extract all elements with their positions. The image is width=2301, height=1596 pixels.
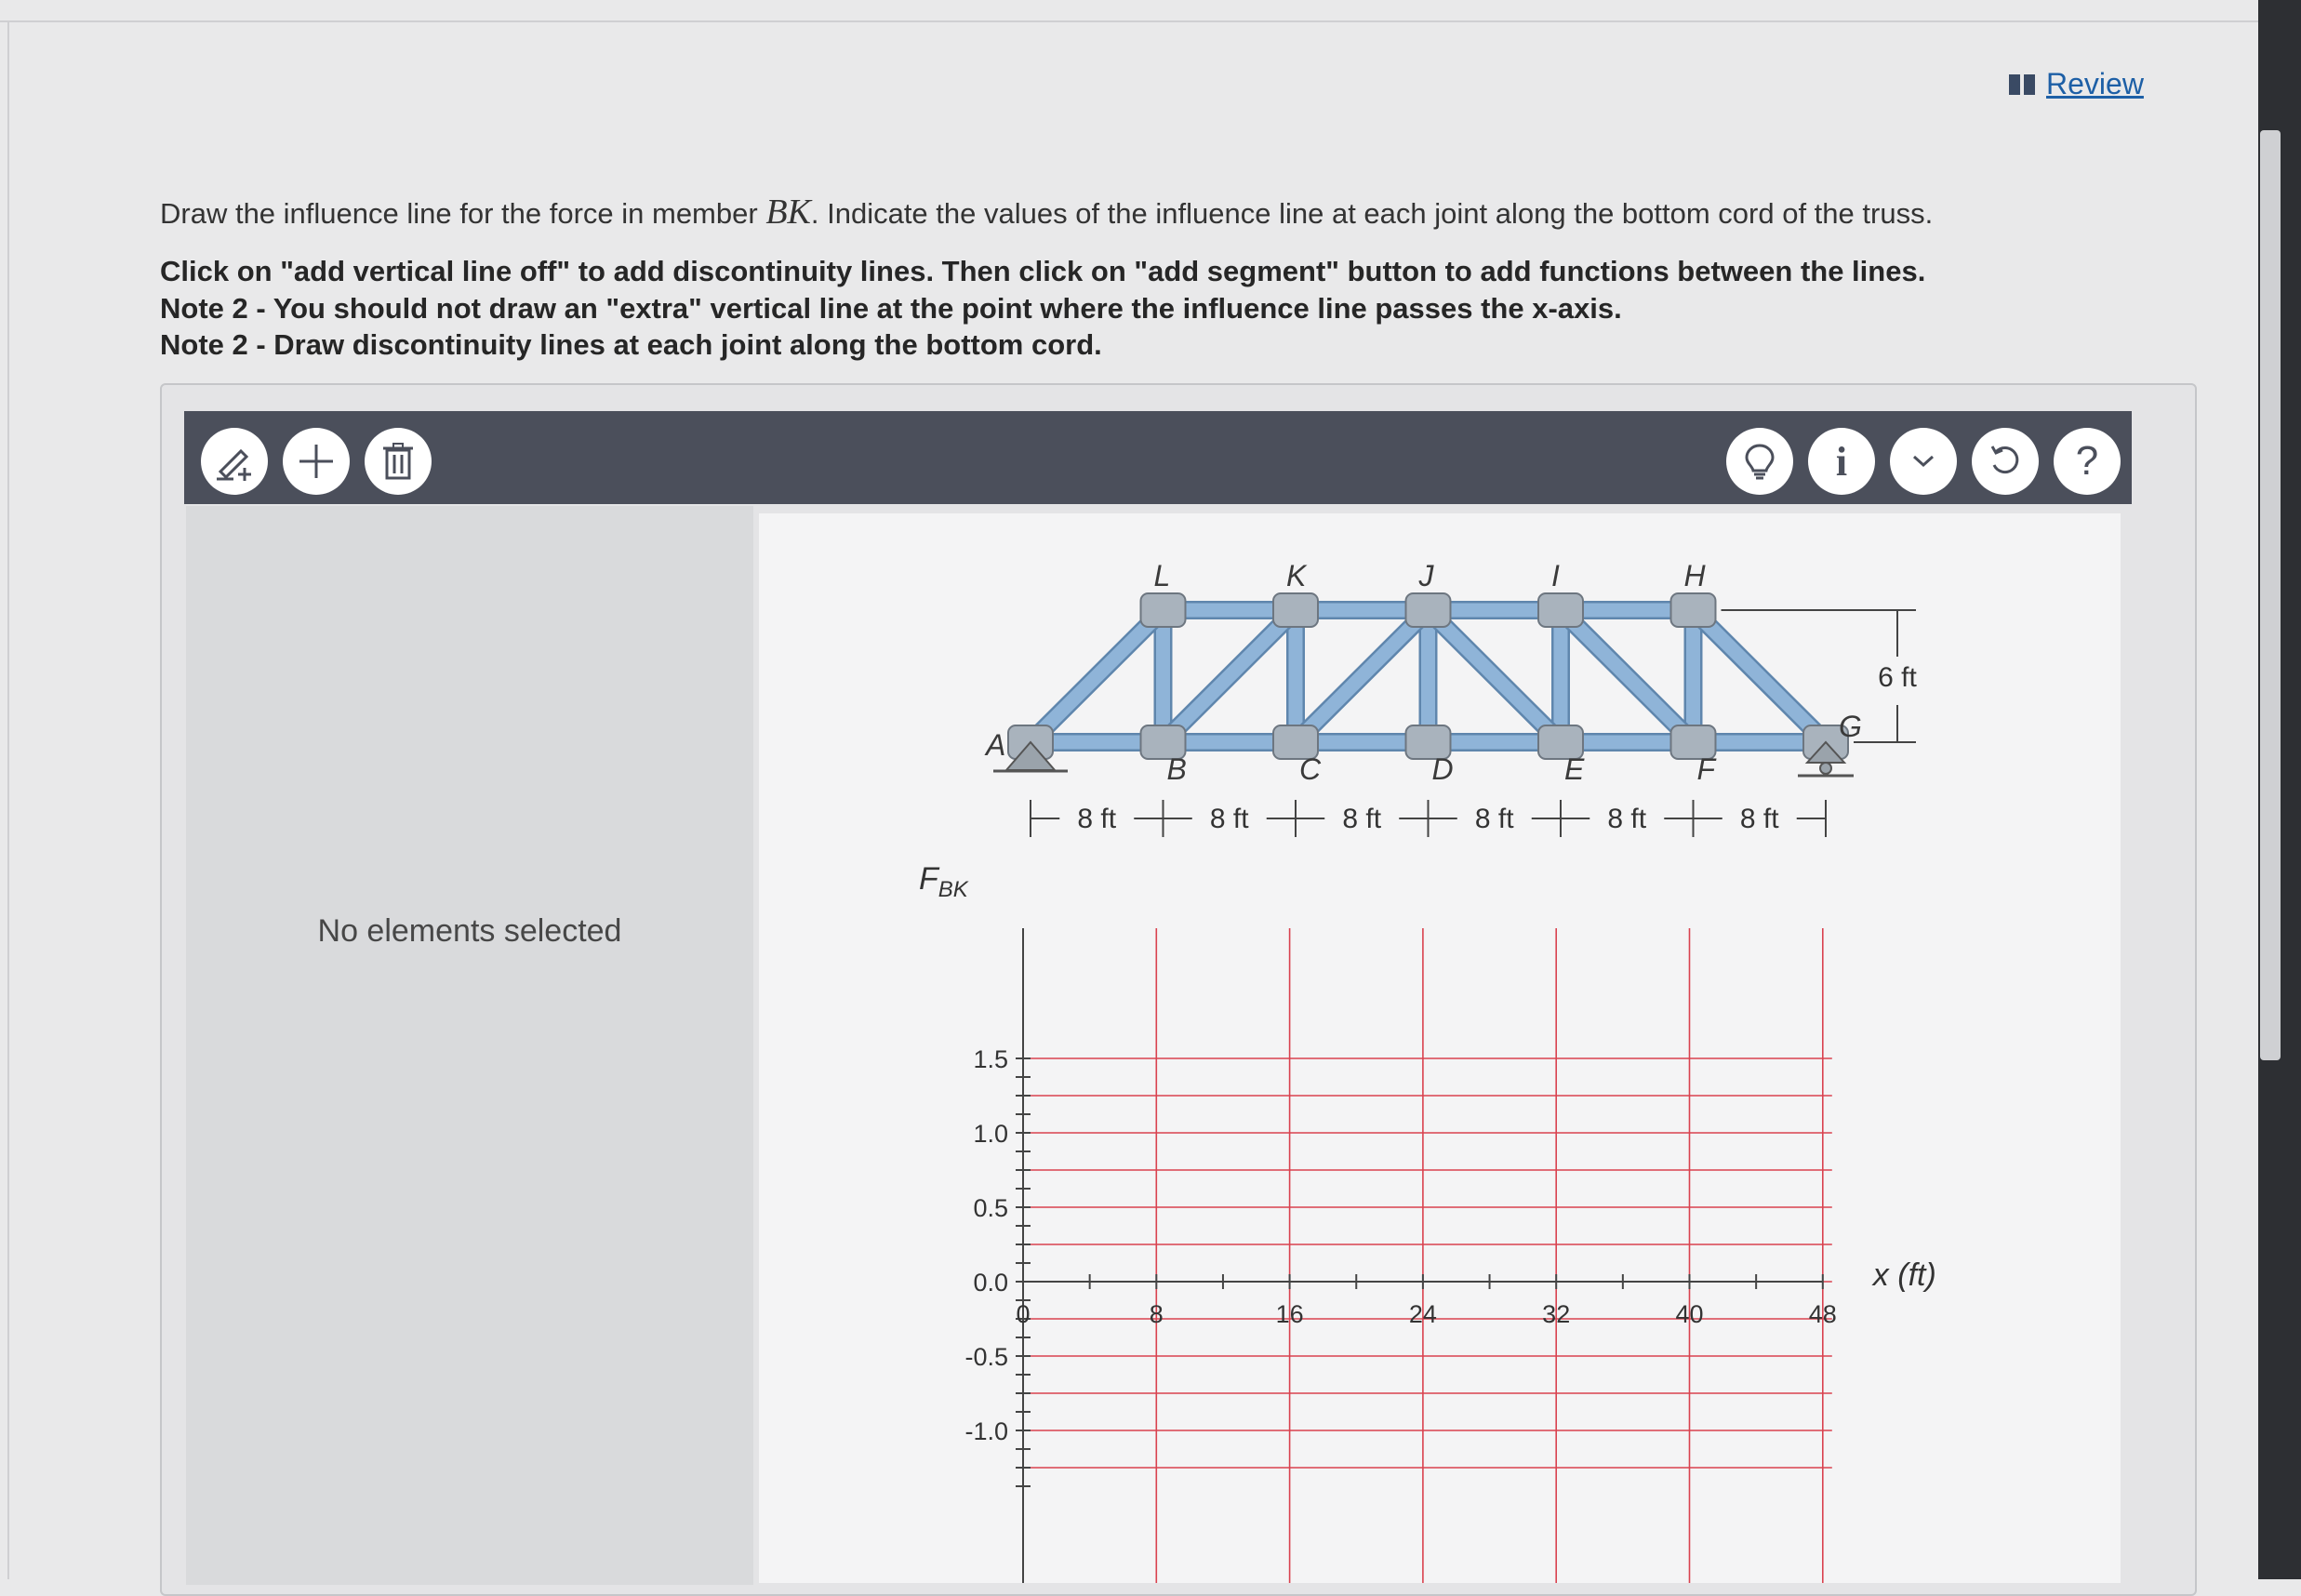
diagonal-member (1421, 603, 1568, 750)
bottom-joint-label: F (1697, 752, 1718, 786)
y-tick-label: 0.0 (973, 1269, 1008, 1297)
add-vertical-line-icon (217, 448, 251, 481)
bottom-joint-label: A (984, 728, 1005, 762)
diagonal-member (1023, 603, 1170, 750)
instruction-line-1: Click on "add vertical line off" to add … (160, 255, 1926, 287)
top-gusset-plate (1669, 592, 1717, 628)
add-segment-button[interactable] (283, 428, 350, 495)
bottom-joint-label: B (1167, 752, 1187, 786)
member-name: BK (765, 193, 811, 232)
x-tick-label: 16 (1276, 1300, 1304, 1328)
instruction-line-3: Note 2 - Draw discontinuity lines at eac… (160, 328, 1102, 361)
truss-diagram: L K J I H A B C D E F G 8 ft 8 ft 8 ft 8 ft 8 ft 8 ft 6 ft (984, 559, 1918, 837)
top-joint-label: J (1418, 559, 1435, 592)
roller-wheel (1819, 762, 1832, 775)
span-dimension-label: 8 ft (1475, 804, 1514, 834)
x-tick-label: 24 (1409, 1300, 1437, 1328)
delete-button[interactable] (365, 428, 432, 495)
top-joint-label: K (1286, 559, 1308, 592)
x-tick-label: 0 (1016, 1300, 1030, 1328)
review-link[interactable]: Review (2009, 67, 2144, 101)
instruction-line-2: Note 2 - You should not draw an "extra" … (160, 292, 1622, 325)
element-sidebar: No elements selected (186, 506, 753, 1585)
span-dimension-label: 8 ft (1607, 804, 1646, 834)
options-dropdown-button[interactable] (1890, 428, 1957, 495)
window-left-border (7, 20, 9, 1579)
page-scrollbar[interactable] (2260, 130, 2281, 1060)
span-dimension-label: 8 ft (1740, 804, 1779, 834)
x-tick-label: 32 (1542, 1300, 1570, 1328)
no-selection-text: No elements selected (317, 913, 622, 949)
x-tick-label: 40 (1675, 1300, 1703, 1328)
y-axis-label: FBK (919, 861, 969, 902)
influence-graph: 1.5 1.0 0.5 0.0 -0.5 -1.0 0 8 16 24 32 40 48 FBK x (ft… (919, 861, 1936, 1583)
drawing-canvas[interactable]: L K J I H A B C D E F G 8 ft 8 ft 8 ft 8 ft 8 ft 8 ft 6 ft… (759, 513, 2121, 1583)
reset-icon (1990, 446, 2019, 474)
x-axis-label: x (ft) (1871, 1257, 1936, 1293)
top-gusset-plate (1404, 592, 1452, 628)
window-top-border (0, 20, 2260, 22)
review-label: Review (2046, 67, 2144, 100)
canvas-svg: L K J I H A B C D E F G 8 ft 8 ft 8 ft 8 ft 8 ft 8 ft 6 ft… (919, 559, 1936, 1583)
top-joint-label: H (1684, 559, 1707, 592)
add-vertical-line-button[interactable] (201, 428, 268, 495)
info-button[interactable]: i (1808, 428, 1875, 495)
top-gusset-plate (1537, 592, 1584, 628)
bottom-joint-label: G (1839, 710, 1862, 743)
question-text: Draw the influence line for the force in… (160, 193, 1934, 232)
bottom-joint-label: E (1564, 752, 1585, 786)
y-tick-label: 1.0 (973, 1120, 1008, 1148)
help-icon: ? (2075, 438, 2099, 484)
x-tick-label: 48 (1809, 1300, 1837, 1328)
top-gusset-plate (1139, 592, 1187, 628)
drawing-toolbar: i ? (184, 411, 2132, 504)
bottom-joint-label: C (1299, 752, 1322, 786)
reset-button[interactable] (1972, 428, 2039, 495)
chevron-down-icon (1912, 455, 1935, 468)
y-tick-label: 0.5 (973, 1194, 1008, 1222)
bottom-joint-label: D (1432, 752, 1454, 786)
span-dimension-label: 8 ft (1077, 804, 1116, 834)
span-dimension-label: 8 ft (1210, 804, 1249, 834)
x-tick-label: 8 (1150, 1300, 1164, 1328)
diagonal-member (1288, 603, 1435, 750)
y-tick-label: 1.5 (973, 1045, 1008, 1073)
trash-icon (383, 443, 413, 480)
diagonal-member (1686, 603, 1833, 750)
diagonal-member (1553, 603, 1700, 750)
y-axis-label-subscript: BK (938, 877, 969, 902)
help-button[interactable]: ? (2054, 428, 2121, 495)
height-dimension-label: 6 ft (1878, 662, 1917, 693)
book-icon (2009, 73, 2035, 95)
y-tick-label: -0.5 (964, 1343, 1008, 1371)
y-tick-label: -1.0 (964, 1417, 1008, 1445)
hint-button[interactable] (1726, 428, 1793, 495)
top-joint-label: L (1154, 559, 1171, 592)
add-segment-icon (299, 445, 333, 478)
span-dimension-label: 8 ft (1342, 804, 1381, 834)
info-icon: i (1835, 438, 1848, 485)
top-joint-label: I (1551, 559, 1560, 592)
diagonal-member (1156, 603, 1303, 750)
hint-bulb-icon (1745, 444, 1775, 480)
top-gusset-plate (1272, 592, 1319, 628)
